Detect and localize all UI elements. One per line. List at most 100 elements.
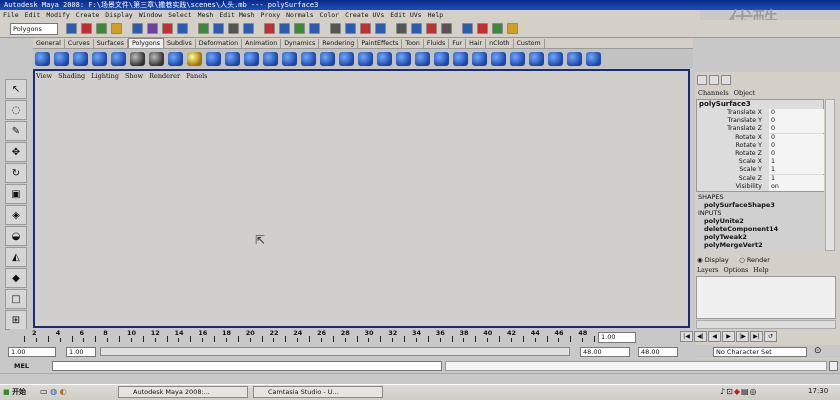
status-tool-icon[interactable] — [507, 23, 518, 34]
channel-row[interactable]: Scale Z 1 — [696, 174, 824, 183]
go-to-start-icon[interactable]: |◀ — [680, 331, 693, 342]
status-tool-icon[interactable] — [264, 23, 275, 34]
status-tool-icon[interactable] — [309, 23, 320, 34]
viewport-menu-item[interactable]: Renderer — [149, 72, 180, 80]
channel-row[interactable]: Rotate X 0 — [696, 133, 824, 142]
layer-scrollbar[interactable] — [696, 320, 836, 329]
playback-start-field[interactable]: 1.00 — [66, 347, 96, 357]
channel-row[interactable]: Rotate Y 0 — [696, 141, 824, 150]
viewport-menu-item[interactable]: Lighting — [91, 72, 119, 80]
layer-menu-item[interactable]: Layers — [697, 267, 718, 274]
select-tool-icon[interactable]: ↖ — [5, 79, 27, 99]
polygon-tool-icon[interactable] — [358, 52, 373, 66]
range-start-field[interactable]: 1.00 — [8, 347, 56, 357]
status-tool-icon[interactable] — [375, 23, 386, 34]
browser-icon[interactable]: ◍ — [50, 387, 57, 396]
character-set-field[interactable]: No Character Set — [713, 347, 807, 357]
menu-item[interactable]: Create UVs — [345, 11, 384, 19]
menu-item[interactable]: Display — [105, 11, 132, 19]
menu-item[interactable]: Edit — [25, 11, 41, 19]
go-to-end-icon[interactable]: ▶| — [750, 331, 763, 342]
polygon-tool-icon[interactable] — [453, 52, 468, 66]
playback-end-field[interactable]: 48.00 — [580, 347, 630, 357]
input-node[interactable]: polyUnite2 — [704, 217, 744, 225]
channel-value[interactable]: 0 — [769, 133, 824, 142]
channel-value[interactable]: 1 — [769, 166, 824, 175]
lasso-tool-icon[interactable]: ◌ — [5, 100, 27, 120]
polygon-tool-icon[interactable] — [35, 52, 50, 66]
polygon-tool-icon[interactable] — [472, 52, 487, 66]
media-icon[interactable]: ◐ — [60, 387, 67, 396]
viewport-panel[interactable] — [33, 69, 690, 328]
range-slider[interactable] — [100, 347, 570, 356]
polygon-tool-icon[interactable] — [225, 52, 240, 66]
layer-editor-icon[interactable] — [709, 75, 719, 85]
polygon-tool-icon[interactable] — [149, 52, 164, 66]
channel-menu-item[interactable]: Object — [734, 89, 756, 97]
polygon-tool-icon[interactable] — [320, 52, 335, 66]
polygon-tool-icon[interactable] — [567, 52, 582, 66]
status-tool-icon[interactable] — [360, 23, 371, 34]
status-tool-icon[interactable] — [396, 23, 407, 34]
channel-value[interactable]: on — [769, 182, 824, 191]
channel-row[interactable]: Translate Z 0 — [696, 125, 824, 134]
menu-item[interactable]: Normals — [286, 11, 313, 19]
menu-item[interactable]: File — [3, 11, 19, 19]
polygon-tool-icon[interactable] — [415, 52, 430, 66]
channel-menu-item[interactable]: Channels — [698, 89, 729, 97]
status-tool-icon[interactable] — [162, 23, 173, 34]
channel-value[interactable]: 1 — [769, 158, 824, 167]
channel-row[interactable]: Translate X 0 — [696, 109, 824, 117]
layer-list[interactable] — [696, 276, 836, 319]
taskbar-maya[interactable]: Autodesk Maya 2008:... — [118, 386, 248, 398]
status-tool-icon[interactable] — [228, 23, 239, 34]
channel-row[interactable]: Translate Y 0 — [696, 117, 824, 126]
channel-row[interactable]: Visibility on — [696, 182, 824, 191]
status-tool-icon[interactable] — [243, 23, 254, 34]
tray-shield-icon[interactable]: ◆ — [734, 387, 741, 396]
universal-manip-icon[interactable]: ◈ — [5, 205, 27, 225]
status-tool-icon[interactable] — [132, 23, 143, 34]
status-tool-icon[interactable] — [198, 23, 209, 34]
taskbar-camtasia[interactable]: Camtasia Studio - U... — [253, 386, 383, 398]
single-view-layout-icon[interactable]: □ — [5, 289, 27, 309]
channel-value[interactable]: 0 — [769, 125, 824, 134]
status-tool-icon[interactable] — [111, 23, 122, 34]
status-tool-icon[interactable] — [477, 23, 488, 34]
status-tool-icon[interactable] — [177, 23, 188, 34]
status-tool-icon[interactable] — [66, 23, 77, 34]
polygon-tool-icon[interactable] — [491, 52, 506, 66]
input-node[interactable]: polyMergeVert2 — [704, 241, 763, 249]
polygon-tool-icon[interactable] — [168, 52, 183, 66]
polygon-tool-icon[interactable] — [206, 52, 221, 66]
status-tool-icon[interactable] — [213, 23, 224, 34]
soft-mod-icon[interactable]: ◒ — [5, 226, 27, 246]
layer-menu-item[interactable]: Options — [723, 267, 748, 274]
status-tool-icon[interactable] — [426, 23, 437, 34]
attribute-editor-icon[interactable] — [721, 75, 731, 85]
status-tool-icon[interactable] — [330, 23, 341, 34]
render-radio-icon[interactable]: ○ — [739, 256, 745, 264]
polygon-tool-icon[interactable] — [130, 52, 145, 66]
step-forward-icon[interactable]: |▶ — [736, 331, 749, 342]
polygon-tool-icon[interactable] — [510, 52, 525, 66]
show-manip-icon[interactable]: ◭ — [5, 247, 27, 267]
four-view-layout-icon[interactable]: ⊞ — [5, 310, 27, 330]
status-tool-icon[interactable] — [81, 23, 92, 34]
menu-item[interactable]: Edit UVs — [390, 11, 421, 19]
polygon-tool-icon[interactable] — [301, 52, 316, 66]
loop-icon[interactable]: ↺ — [764, 331, 777, 342]
viewport-menu-item[interactable]: Show — [125, 72, 143, 80]
channel-value[interactable]: 1 — [769, 174, 824, 183]
viewport-menu-item[interactable]: Shading — [58, 72, 85, 80]
tray-app-icon[interactable]: ◎ — [750, 387, 758, 396]
time-slider[interactable]: 2 4 6 8 10 12 14 16 18 20 22 24 26 28 30 32 34 36 38 40 42 44… — [10, 329, 595, 343]
status-tool-icon[interactable] — [441, 23, 452, 34]
menu-item[interactable]: Modify — [46, 11, 69, 19]
status-tool-icon[interactable] — [294, 23, 305, 34]
display-radio-icon[interactable]: ◉ — [697, 256, 703, 264]
show-desktop-icon[interactable]: ▭ — [40, 387, 48, 396]
step-back-icon[interactable]: ◀| — [694, 331, 707, 342]
polygon-tool-icon[interactable] — [92, 52, 107, 66]
mel-label[interactable]: MEL — [14, 362, 29, 370]
